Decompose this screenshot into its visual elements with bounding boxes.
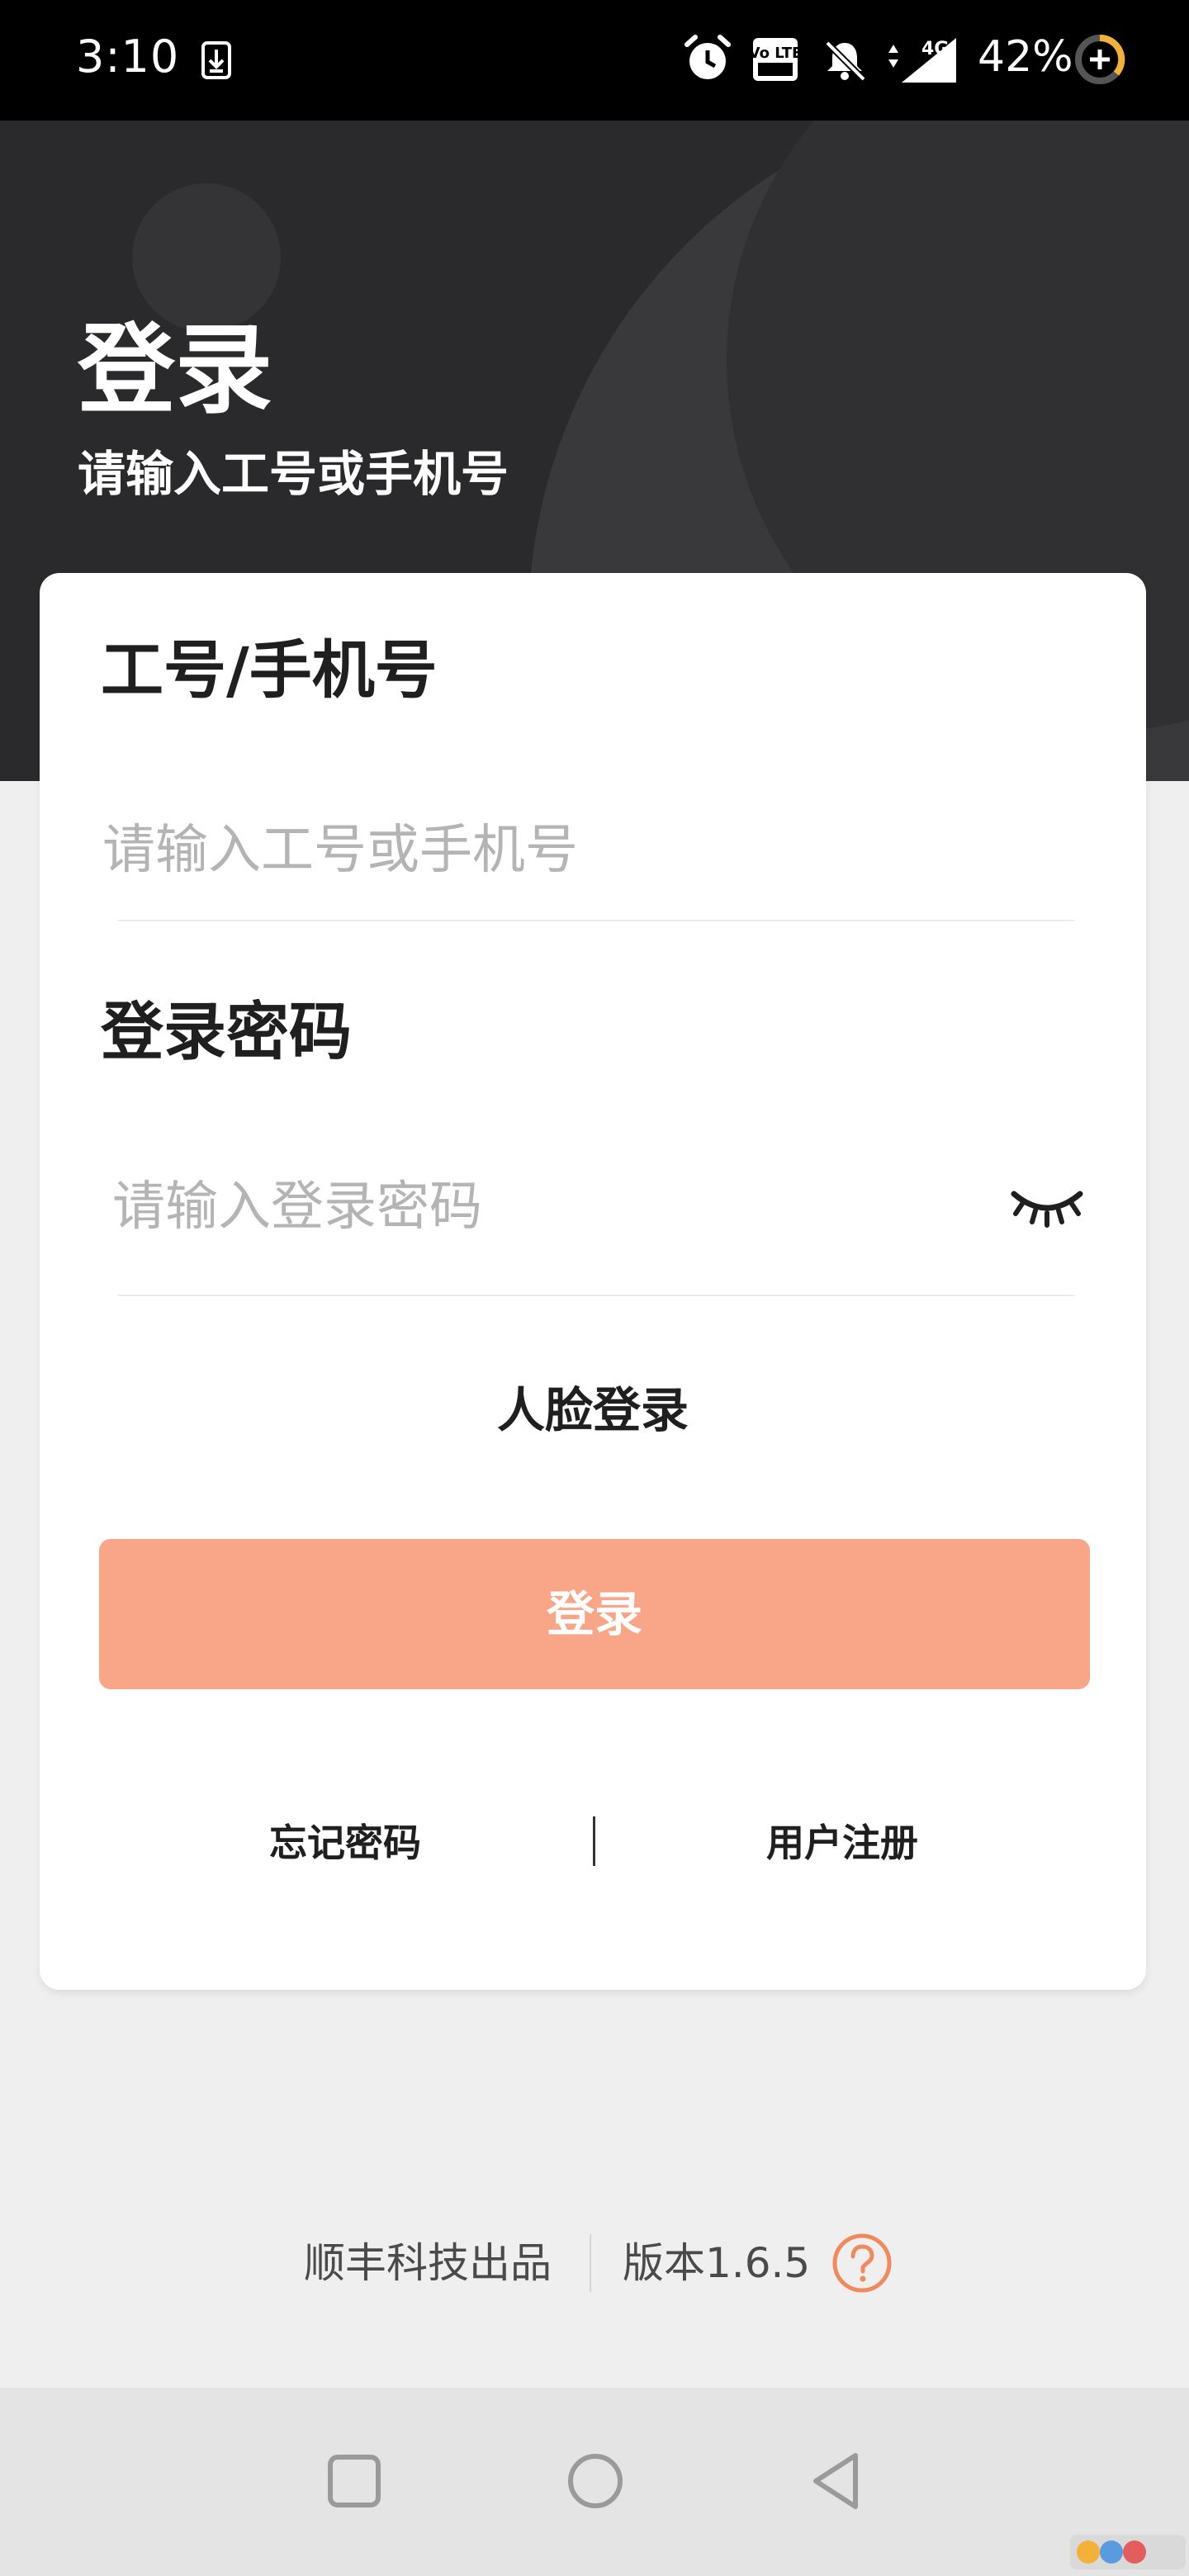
account-divider <box>117 920 1075 921</box>
footer-divider <box>590 2234 591 2292</box>
battery-percent: 42% <box>978 32 1073 82</box>
network-label: 4G <box>921 39 949 59</box>
register-link[interactable]: 用户注册 <box>766 1818 918 1868</box>
volte-label: Vo LTE <box>751 45 799 62</box>
question-circle-icon[interactable] <box>831 2232 893 2294</box>
version-text: 版本1.6.5 <box>623 2239 811 2287</box>
download-icon <box>201 41 231 79</box>
watermark-logo <box>1070 2535 1186 2569</box>
eye-closed-icon[interactable] <box>1006 1176 1088 1234</box>
login-button[interactable]: 登录 <box>99 1539 1090 1689</box>
account-input[interactable] <box>102 801 1027 900</box>
page-subtitle: 请输入工号或手机号 <box>78 446 509 502</box>
company-credit: 顺丰科技出品 <box>304 2239 552 2287</box>
volte-icon: Vo LTE <box>751 38 799 81</box>
forgot-password-link[interactable]: 忘记密码 <box>269 1818 421 1868</box>
signal-4g-icon: 4G <box>888 38 956 83</box>
mute-bell-icon <box>825 40 866 82</box>
home-icon[interactable] <box>558 2444 632 2518</box>
password-input[interactable] <box>112 1158 988 1257</box>
status-time: 3:10 <box>76 31 180 83</box>
battery-charging-icon <box>1075 34 1125 84</box>
links-divider <box>593 1816 595 1866</box>
password-divider <box>117 1295 1075 1296</box>
password-label: 登录密码 <box>101 995 352 1068</box>
header-decoration <box>132 183 281 332</box>
page-title: 登录 <box>78 313 273 427</box>
face-login-link[interactable]: 人脸登录 <box>40 1379 1146 1442</box>
back-icon[interactable] <box>801 2444 875 2518</box>
alarm-icon <box>685 35 731 79</box>
recent-apps-icon[interactable] <box>317 2444 391 2518</box>
login-card: 工号/手机号 登录密码 人脸登录 登录 忘记密码 用户注册 <box>40 573 1146 1990</box>
account-label: 工号/手机号 <box>101 633 438 707</box>
system-nav-bar <box>0 2388 1189 2576</box>
status-bar: 3:10 Vo LTE 4G 42% <box>0 0 1189 121</box>
